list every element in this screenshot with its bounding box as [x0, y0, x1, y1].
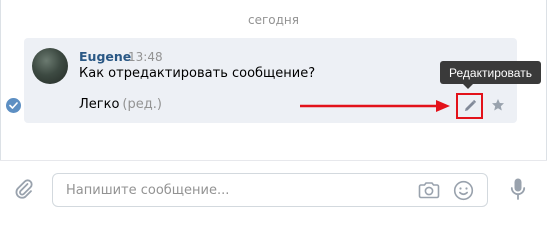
- attach-button[interactable]: [12, 176, 36, 202]
- avatar[interactable]: [32, 48, 68, 84]
- star-icon: [492, 99, 504, 111]
- message-text: Как отредактировать сообщение?: [79, 66, 316, 81]
- message-author[interactable]: Eugene: [79, 49, 131, 64]
- arrow-annotation: [300, 100, 450, 112]
- date-separator: сегодня: [248, 13, 299, 27]
- check-icon: [6, 98, 21, 113]
- emoji-button[interactable]: [452, 179, 474, 201]
- voice-message-button[interactable]: [508, 176, 528, 202]
- tooltip-arrow: [463, 84, 473, 89]
- camera-button[interactable]: [418, 180, 440, 200]
- reply-text: Легко: [79, 97, 120, 112]
- paperclip-icon: [15, 179, 33, 199]
- message-input[interactable]: [66, 181, 406, 200]
- edit-button[interactable]: [456, 93, 483, 119]
- pencil-icon: [464, 99, 476, 111]
- favorite-button[interactable]: [489, 96, 507, 114]
- smile-icon: [453, 180, 473, 200]
- camera-icon: [418, 182, 440, 199]
- microphone-icon: [510, 178, 526, 200]
- edited-label: (ред.): [122, 97, 162, 112]
- composer-divider: [0, 160, 547, 161]
- reply-message: Легко (ред.): [79, 97, 162, 112]
- message-time[interactable]: 13:48: [128, 50, 163, 64]
- edit-tooltip: Редактировать: [440, 61, 541, 84]
